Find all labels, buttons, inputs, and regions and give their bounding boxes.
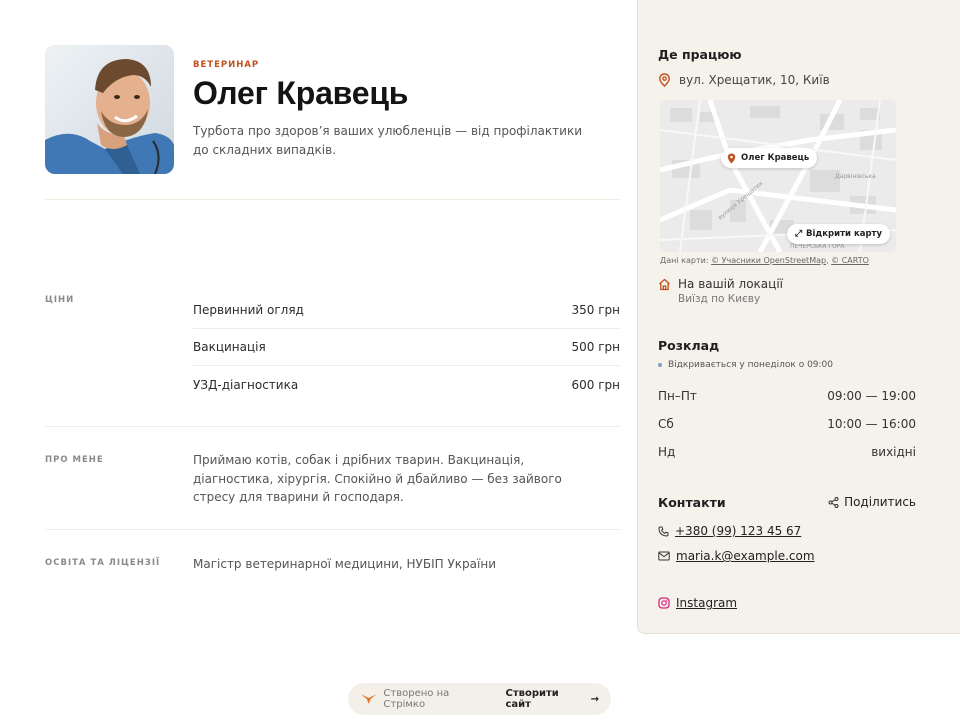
schedule-status: Відкривається у понеділок о 09:00 (658, 360, 833, 370)
schedule-row: Нд вихідні (658, 445, 916, 459)
price-value: 500 грн (571, 340, 621, 354)
arrow-right-icon: → (590, 693, 600, 705)
section-label-education: ОСВІТА ТА ЛІЦЕНЗІЇ (45, 558, 161, 568)
schedule-days: Пн–Пт (658, 389, 697, 403)
map-attribution: Дані карти: © Учасники OpenStreetMap, © … (660, 256, 869, 265)
home-icon (659, 278, 670, 291)
profile-header: ВЕТЕРИНАР Олег Кравець Турбота про здоро… (45, 45, 620, 174)
location-title: На вашій локації (678, 277, 783, 291)
address-text: вул. Хрещатик, 10, Київ (679, 73, 830, 87)
price-row: Первинний огляд 350 грн (193, 292, 620, 329)
where-title: Де працюю (658, 47, 742, 62)
phone-link[interactable]: +380 (99) 123 45 67 (675, 524, 801, 538)
divider (45, 529, 620, 530)
schedule-days: Сб (658, 417, 674, 431)
service-location: На вашій локації Виїзд по Києву (658, 277, 783, 305)
made-with-label: Створено на Стрімко (383, 688, 450, 710)
price-value: 600 грн (571, 377, 621, 392)
map-attribution-prefix: Дані карти: (660, 256, 712, 265)
share-button[interactable]: Поділитись (828, 495, 916, 509)
profile-tagline: Турбота про здоров’я ваших улюбленців — … (193, 124, 582, 157)
svg-text:ПЕЧЕРСЬКА ГОРА: ПЕЧЕРСЬКА ГОРА (790, 243, 845, 250)
profession-label: ВЕТЕРИНАР (193, 60, 260, 70)
made-with-badge[interactable]: Створено на Стрімко Створити сайт → (348, 683, 611, 715)
schedule-status-text: Відкривається у понеділок о 09:00 (668, 360, 834, 370)
avatar-photo (45, 45, 174, 174)
open-map-label: Відкрити карту (806, 229, 882, 239)
phone-contact[interactable]: +380 (99) 123 45 67 (658, 524, 801, 538)
schedule-hours: 09:00 — 19:00 (827, 389, 916, 403)
price-row: Вакцинація 500 грн (193, 329, 620, 366)
mail-icon (658, 551, 670, 561)
profile-text: ВЕТЕРИНАР Олег Кравець Турбота про здоро… (193, 45, 583, 174)
phone-icon (658, 526, 669, 536)
schedule-hours: вихідні (871, 445, 916, 459)
price-list: Первинний огляд 350 грн Вакцинація 500 г… (193, 292, 620, 403)
map-pin-icon (727, 153, 736, 163)
address: вул. Хрещатик, 10, Київ (658, 73, 830, 87)
sidebar: Де працюю вул. Хрещатик, 10, Київ Дарвін… (637, 0, 960, 634)
price-service-name: УЗД-діагностика (193, 377, 299, 392)
map[interactable]: Дарвінівська вулиця Хрещатик ПЕЧЕРСЬКА Г… (660, 100, 896, 252)
map-pin-icon (659, 73, 670, 87)
avatar (45, 45, 174, 174)
education-text: Магістр ветеринарної медицини, НУБІП Укр… (193, 557, 496, 571)
location-subtitle: Виїзд по Києву (678, 293, 761, 305)
price-value: 350 грн (571, 303, 621, 317)
section-label-about: ПРО МЕНЕ (45, 455, 104, 465)
create-site-label: Створити сайт (505, 688, 559, 710)
instagram-contact[interactable]: Instagram (658, 596, 737, 610)
schedule-title: Розклад (658, 338, 720, 353)
divider (45, 426, 620, 427)
section-label-prices: ЦІНИ (45, 295, 75, 305)
price-service-name: Вакцинація (193, 340, 266, 354)
email-contact[interactable]: maria.k@example.com (658, 549, 815, 563)
share-icon (828, 496, 839, 508)
schedule-hours: 10:00 — 16:00 (827, 417, 916, 431)
logo-icon (360, 694, 377, 704)
main-content: ВЕТЕРИНАР Олег Кравець Турбота про здоро… (45, 45, 620, 571)
divider (45, 199, 620, 200)
price-service-name: Первинний огляд (193, 303, 304, 317)
open-map-button[interactable]: ⤢ Відкрити карту (786, 224, 890, 244)
map-marker-label: Олег Кравець (741, 153, 810, 163)
carto-link[interactable]: © CARTO (831, 256, 869, 265)
osm-link[interactable]: © Учасники OpenStreetMap (711, 256, 826, 265)
expand-icon: ⤢ (794, 229, 803, 239)
email-link[interactable]: maria.k@example.com (676, 549, 815, 563)
schedule-row: Сб 10:00 — 16:00 (658, 417, 916, 431)
map-marker[interactable]: Олег Кравець (721, 148, 818, 168)
price-row: УЗД-діагностика 600 грн (193, 366, 620, 403)
instagram-icon (658, 597, 670, 609)
status-dot (658, 363, 662, 367)
create-site-button[interactable]: Створити сайт → (505, 688, 599, 710)
contacts-title: Контакти (658, 495, 726, 510)
schedule-days: Нд (658, 445, 676, 459)
about-text: Приймаю котів, собак і дрібних тварин. В… (193, 453, 562, 504)
schedule-row: Пн–Пт 09:00 — 19:00 (658, 389, 916, 403)
share-label: Поділитись (844, 495, 916, 509)
svg-text:Дарвінівська: Дарвінівська (835, 173, 876, 180)
page-title: Олег Кравець (193, 75, 409, 111)
instagram-link[interactable]: Instagram (676, 596, 737, 610)
